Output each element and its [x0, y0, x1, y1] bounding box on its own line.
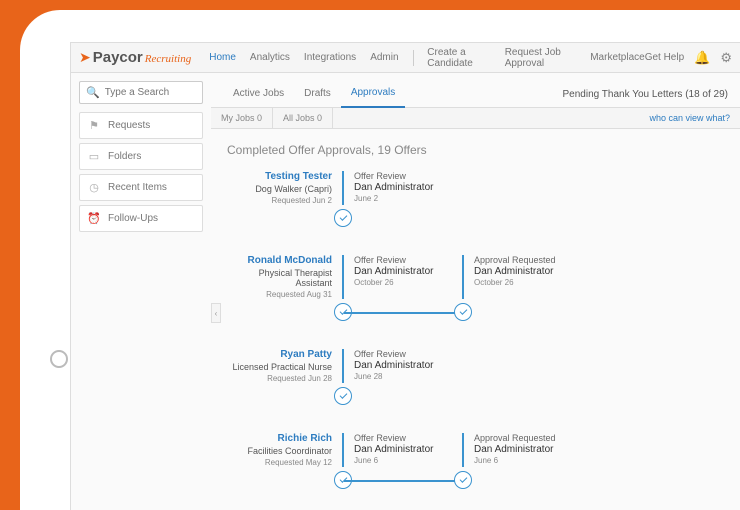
- tab-active-jobs[interactable]: Active Jobs: [223, 82, 294, 107]
- logo: ➤ Paycor Recruiting: [79, 49, 191, 66]
- tablet-home-button: [50, 350, 68, 368]
- logo-brand: Paycor: [93, 49, 143, 66]
- stage-person: Dan Administrator: [474, 444, 582, 455]
- stage-title: Approval Requested: [474, 433, 582, 443]
- stage-title: Offer Review: [354, 433, 462, 443]
- stages: Offer ReviewDan AdministratorJune 28: [342, 349, 462, 383]
- candidate-role: Physical Therapist Assistant: [227, 268, 332, 288]
- candidate-requested-date: Requested Aug 31: [227, 290, 332, 299]
- stage-title: Offer Review: [354, 171, 462, 181]
- alarm-icon: ⏰: [88, 212, 100, 225]
- offer-row: Richie Rich Facilities Coordinator Request…: [227, 433, 724, 497]
- stages: Offer ReviewDan AdministratorOctober 26A…: [342, 255, 582, 299]
- candidate-requested-date: Requested Jun 28: [227, 374, 332, 383]
- nav-separator: [413, 50, 414, 66]
- nav-create-candidate[interactable]: Create a Candidate: [427, 47, 490, 69]
- stages: Offer ReviewDan AdministratorJune 6Appro…: [342, 433, 582, 467]
- stages: Offer ReviewDan AdministratorJune 2: [342, 171, 462, 205]
- search-icon: 🔍: [86, 86, 100, 99]
- sidebar-item-label: Follow-Ups: [108, 213, 158, 224]
- stage-title: Approval Requested: [474, 255, 582, 265]
- stage-person: Dan Administrator: [354, 444, 462, 455]
- sidebar-item-folders[interactable]: ▭ Folders: [79, 143, 203, 170]
- stage-date: October 26: [474, 278, 582, 287]
- stage-title: Offer Review: [354, 255, 462, 265]
- stage: Offer ReviewDan AdministratorOctober 26: [342, 255, 462, 299]
- flag-icon: ⚑: [88, 119, 100, 132]
- candidate-name-link[interactable]: Ryan Patty: [227, 349, 332, 360]
- stage-date: June 2: [354, 194, 462, 203]
- nav-integrations[interactable]: Integrations: [304, 52, 356, 63]
- candidate-name-link[interactable]: Ronald McDonald: [227, 255, 332, 266]
- logo-suffix: Recruiting: [145, 53, 191, 65]
- nav-marketplace[interactable]: Marketplace: [590, 52, 644, 63]
- stage-connector: [344, 312, 464, 314]
- logo-accent-icon: ➤: [79, 49, 91, 66]
- offer-row: Ronald McDonald Physical Therapist Assist…: [227, 255, 724, 329]
- sidebar-item-recent[interactable]: ◷ Recent Items: [79, 174, 203, 201]
- stage-person: Dan Administrator: [354, 266, 462, 277]
- sidebar-item-requests[interactable]: ⚑ Requests: [79, 112, 203, 139]
- sidebar-item-followups[interactable]: ⏰ Follow-Ups: [79, 205, 203, 232]
- stage: Offer ReviewDan AdministratorJune 28: [342, 349, 462, 383]
- stage-date: June 6: [354, 456, 462, 465]
- subtab-row: My Jobs 0 All Jobs 0 who can view what?: [211, 108, 740, 129]
- main-content: Active Jobs Drafts Approvals Pending Tha…: [211, 73, 740, 510]
- who-can-view-link[interactable]: who can view what?: [639, 108, 740, 128]
- sidebar: 🔍 ⚑ Requests ▭ Folders ◷ Recent Items ⏰: [71, 73, 211, 510]
- search-box[interactable]: 🔍: [79, 81, 203, 104]
- subtab-my-jobs[interactable]: My Jobs 0: [211, 108, 273, 128]
- pending-letters[interactable]: Pending Thank You Letters (18 of 29): [563, 89, 729, 100]
- check-icon: [334, 209, 352, 227]
- section-title: Completed Offer Approvals, 19 Offers: [227, 143, 724, 157]
- check-icon: [334, 387, 352, 405]
- tab-row: Active Jobs Drafts Approvals Pending Tha…: [211, 81, 740, 108]
- stage: Offer ReviewDan AdministratorJune 2: [342, 171, 462, 205]
- nav-analytics[interactable]: Analytics: [250, 52, 290, 63]
- offer-row: Ryan Patty Licensed Practical Nurse Reques…: [227, 349, 724, 413]
- stage: Approval RequestedDan AdministratorJune …: [462, 433, 582, 467]
- candidate-name-link[interactable]: Richie Rich: [227, 433, 332, 444]
- candidate-name-link[interactable]: Testing Tester: [227, 171, 332, 182]
- nav-home[interactable]: Home: [209, 52, 236, 63]
- gear-icon[interactable]: ⚙: [720, 50, 732, 66]
- stage-person: Dan Administrator: [354, 360, 462, 371]
- stage-connector: [344, 480, 464, 482]
- candidate-role: Licensed Practical Nurse: [227, 362, 332, 372]
- sidebar-item-label: Recent Items: [108, 182, 167, 193]
- nav-request-job-approval[interactable]: Request Job Approval: [505, 47, 577, 69]
- stage-date: June 28: [354, 372, 462, 381]
- stage-title: Offer Review: [354, 349, 462, 359]
- candidate-role: Dog Walker (Capri): [227, 184, 332, 194]
- candidate-requested-date: Requested May 12: [227, 458, 332, 467]
- stage-date: June 6: [474, 456, 582, 465]
- folder-icon: ▭: [88, 150, 100, 163]
- offer-row: Testing Tester Dog Walker (Capri) Requeste…: [227, 171, 724, 235]
- sidebar-item-label: Folders: [108, 151, 141, 162]
- candidate-role: Facilities Coordinator: [227, 446, 332, 456]
- candidate-requested-date: Requested Jun 2: [227, 196, 332, 205]
- stage-date: October 26: [354, 278, 462, 287]
- nav-admin[interactable]: Admin: [370, 52, 398, 63]
- stage: Approval RequestedDan AdministratorOctob…: [462, 255, 582, 299]
- stage-person: Dan Administrator: [474, 266, 582, 277]
- stage-person: Dan Administrator: [354, 182, 462, 193]
- subtab-all-jobs[interactable]: All Jobs 0: [273, 108, 333, 128]
- sidebar-item-label: Requests: [108, 120, 150, 131]
- check-icon: [454, 303, 472, 321]
- top-nav: ➤ Paycor Recruiting Home Analytics Integ…: [71, 43, 740, 73]
- clock-icon: ◷: [88, 181, 100, 194]
- nav-get-help[interactable]: Get Help: [645, 52, 684, 63]
- sidebar-collapse-handle[interactable]: ‹: [211, 303, 221, 323]
- bell-icon[interactable]: 🔔: [694, 50, 710, 66]
- tab-drafts[interactable]: Drafts: [294, 82, 341, 107]
- check-icon: [454, 471, 472, 489]
- tab-approvals[interactable]: Approvals: [341, 81, 405, 108]
- stage: Offer ReviewDan AdministratorJune 6: [342, 433, 462, 467]
